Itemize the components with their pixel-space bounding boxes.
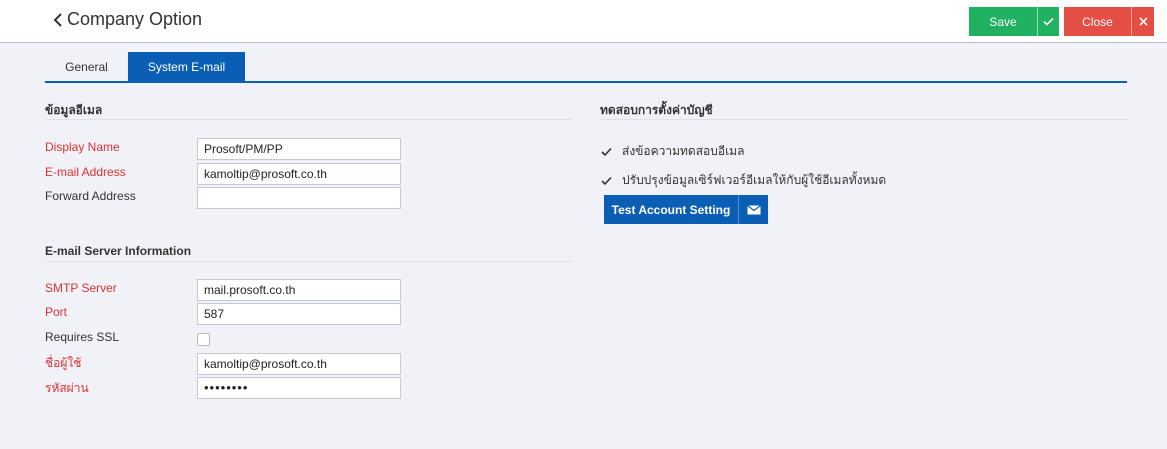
checkmark-icon <box>601 176 612 185</box>
tab-general[interactable]: General <box>45 52 128 82</box>
smtp-server-field[interactable]: mail.prosoft.co.th <box>197 279 401 301</box>
test-settings-section-title: ทดสอบการตั้งค่าบัญชี <box>600 103 713 117</box>
email-info-section-title: ข้อมูลอีเมล <box>45 103 103 117</box>
check-icon <box>1043 17 1054 26</box>
tab-system-email[interactable]: System E-mail <box>128 52 245 82</box>
username-label: ชื่อผู้ใช้ <box>45 356 82 370</box>
page-title: Company Option <box>67 9 203 29</box>
back-button[interactable] <box>50 10 66 30</box>
port-label: Port <box>45 305 68 319</box>
send-test-checkbox[interactable] <box>600 145 613 158</box>
server-info-divider <box>45 261 572 262</box>
close-button-group: Close <box>1064 7 1154 36</box>
username-field[interactable]: kamoltip@prosoft.co.th <box>197 353 401 375</box>
close-x-button[interactable] <box>1131 7 1154 36</box>
email-info-divider <box>45 119 572 120</box>
port-field[interactable]: 587 <box>197 303 401 325</box>
close-icon <box>1138 17 1148 26</box>
update-all-checkbox[interactable] <box>600 174 613 187</box>
close-button[interactable]: Close <box>1064 7 1131 36</box>
checkmark-icon <box>601 147 612 156</box>
password-field[interactable]: •••••••• <box>197 377 401 399</box>
requires-ssl-checkbox[interactable] <box>197 333 210 346</box>
smtp-server-label: SMTP Server <box>45 281 117 295</box>
save-confirm-button[interactable] <box>1037 7 1059 36</box>
envelope-icon <box>746 204 761 214</box>
envelope-icon-wrap <box>738 195 768 224</box>
requires-ssl-label: Requires SSL <box>45 330 120 344</box>
test-account-setting-label: Test Account Setting <box>611 202 731 217</box>
chevron-left-icon <box>53 13 62 27</box>
test-account-setting-button[interactable]: Test Account Setting <box>604 195 768 224</box>
send-test-label: ส่งข้อความทดสอบอีเมล <box>622 144 745 158</box>
password-label: รหัสผ่าน <box>45 381 89 395</box>
tab-underline <box>45 81 1127 83</box>
save-button-group: Save <box>969 7 1059 36</box>
update-all-checkbox-row[interactable]: ปรับปรุงข้อมูลเซิร์ฟเวอร์อีเมลให้กับผู้ใ… <box>600 171 886 190</box>
display-name-label: Display Name <box>45 140 120 154</box>
save-button[interactable]: Save <box>969 7 1037 36</box>
display-name-field[interactable]: Prosoft/PM/PP <box>197 138 401 160</box>
send-test-checkbox-row[interactable]: ส่งข้อความทดสอบอีเมล <box>600 142 744 161</box>
email-address-field[interactable]: kamoltip@prosoft.co.th <box>197 163 401 185</box>
forward-address-label: Forward Address <box>45 189 136 203</box>
update-all-label: ปรับปรุงข้อมูลเซิร์ฟเวอร์อีเมลให้กับผู้ใ… <box>622 173 887 187</box>
test-settings-divider <box>600 119 1127 120</box>
tab-bar: General System E-mail <box>45 52 245 82</box>
top-bar: Company Option Save Close <box>0 0 1167 43</box>
email-address-label: E-mail Address <box>45 165 126 179</box>
server-info-section-title: E-mail Server Information <box>45 244 192 258</box>
forward-address-field[interactable] <box>197 187 401 209</box>
